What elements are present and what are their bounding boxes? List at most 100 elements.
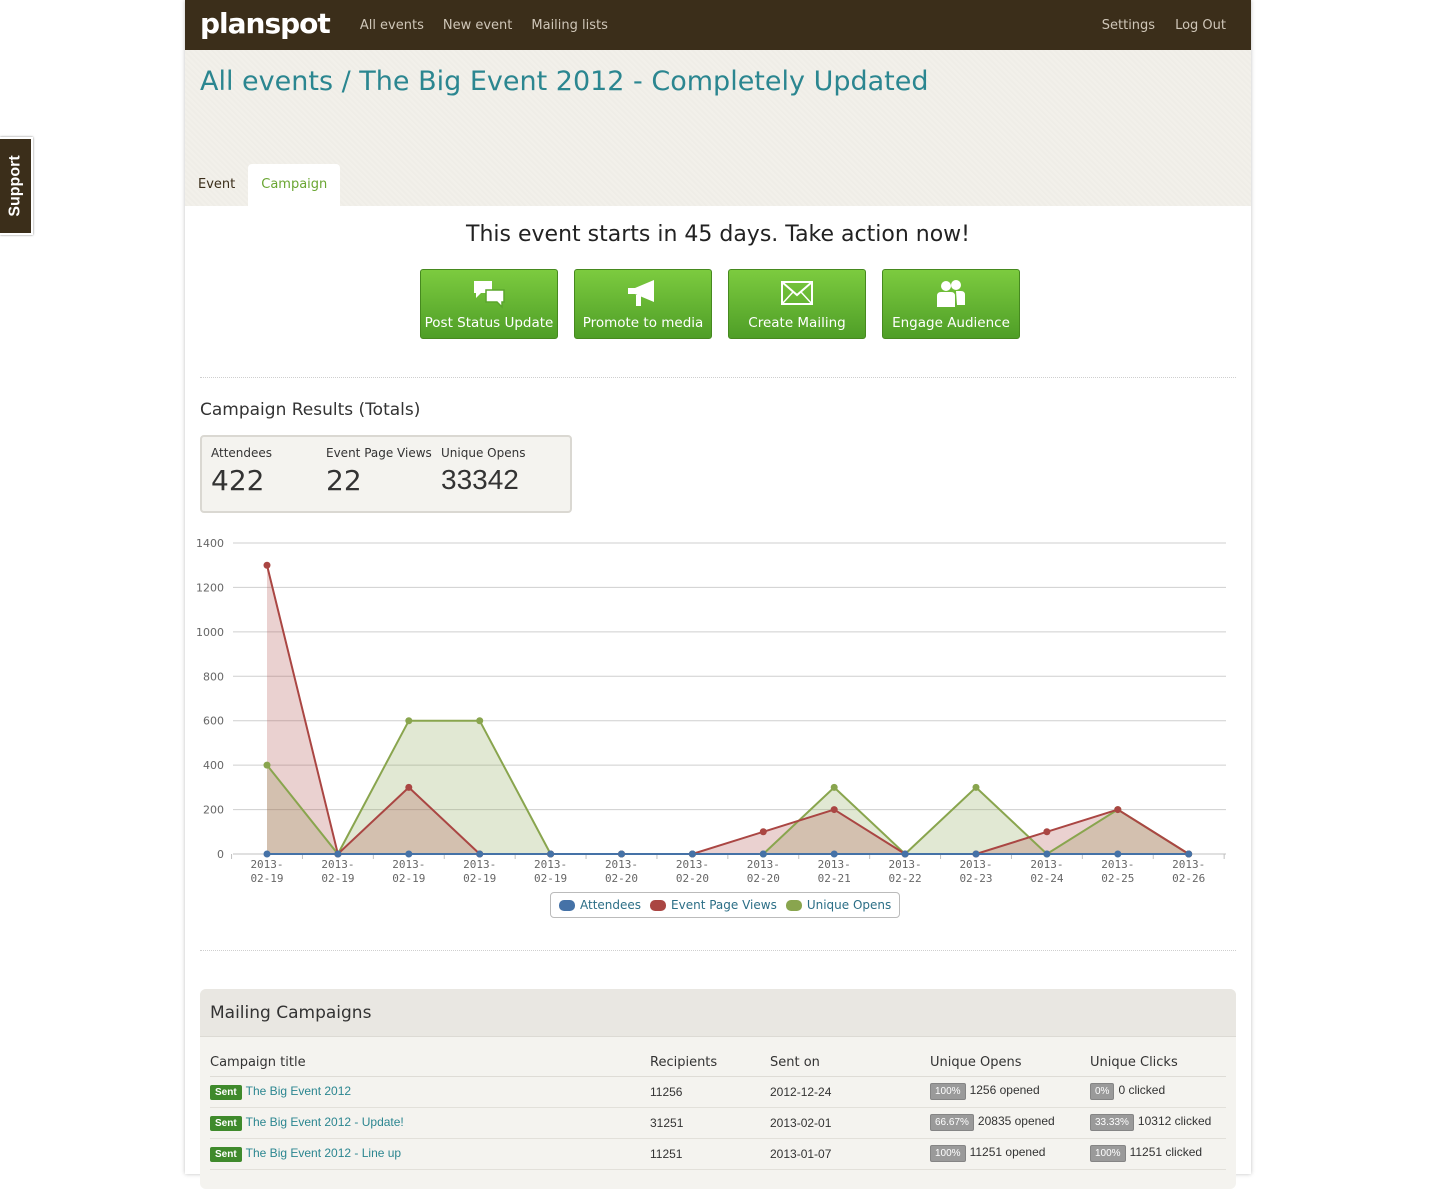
click-pct-badge: 100% [1090,1145,1126,1162]
point-attendees [547,850,555,858]
cell-clicks: 0% 0 clicked [1090,1076,1226,1108]
cell-sent-on: 2012-12-24 [770,1076,930,1108]
nav-mailing-lists[interactable]: Mailing lists [531,18,608,33]
legend-item[interactable]: Attendees [559,898,641,912]
mailing-campaigns-table: Campaign title Recipients Sent on Unique… [210,1049,1226,1170]
x-tick-label: 2013-02-20 [747,858,780,885]
point-event-page-views [830,806,838,814]
point-unique-opens [405,717,413,725]
y-tick-label: 800 [203,670,224,683]
point-attendees [830,850,838,858]
cell-clicks: 33.33% 10312 clicked [1090,1107,1226,1139]
x-tick-label: 2013-02-21 [818,858,851,885]
opened-count: 11251 opened [969,1145,1046,1159]
nav-settings[interactable]: Settings [1102,18,1155,33]
post-status-update-button[interactable]: Post Status Update [420,269,558,339]
opened-count: 1256 opened [969,1083,1040,1097]
total-value: 33342 [441,464,519,495]
top-navbar: planspot All events New event Mailing li… [185,0,1251,50]
total-value: 22 [326,464,362,497]
x-tick-label-line: 02-26 [1172,872,1205,885]
x-tick-label-line: 2013- [1172,858,1205,871]
point-attendees [972,850,980,858]
col-campaign-title[interactable]: Campaign title [210,1049,650,1077]
col-unique-clicks[interactable]: Unique Clicks [1090,1049,1226,1077]
col-sent-on[interactable]: Sent on [770,1049,930,1077]
cell-title: Sent The Big Event 2012 [210,1076,650,1108]
nav-log-out[interactable]: Log Out [1175,18,1226,33]
y-tick-label: 0 [217,848,224,861]
point-event-page-views [759,828,767,836]
campaign-link[interactable]: The Big Event 2012 - Line up [246,1146,401,1160]
y-tick-label: 1400 [196,537,224,550]
legend-item[interactable]: Unique Opens [785,898,891,912]
x-tick-label-line: 02-25 [1101,872,1134,885]
action-buttons: Post Status Update Promote to media Crea… [420,269,1036,339]
open-pct-badge: 100% [930,1145,966,1162]
col-unique-opens[interactable]: Unique Opens [930,1049,1090,1077]
page-header: All events / The Big Event 2012 - Comple… [185,50,1251,206]
x-tick-label-line: 02-20 [605,872,638,885]
open-pct-badge: 66.67% [930,1114,974,1131]
x-tick-label: 2013-02-20 [605,858,638,885]
cell-recipients: 11251 [650,1138,770,1170]
point-event-page-views [1043,828,1051,836]
nav-new-event[interactable]: New event [443,18,513,33]
planspot-logo[interactable]: planspot [200,7,331,40]
clicked-count: 10312 clicked [1137,1114,1212,1128]
tab-event[interactable]: Event [185,164,248,206]
point-unique-opens [263,761,271,769]
point-unique-opens [476,717,484,725]
campaign-results-title: Campaign Results (Totals) [200,400,421,420]
y-tick-label: 400 [203,759,224,772]
mailing-campaigns-panel: Mailing Campaigns Campaign title Recipie… [200,989,1236,1189]
promote-to-media-button[interactable]: Promote to media [574,269,712,339]
x-tick-label-line: 02-22 [889,872,922,885]
x-tick-label-line: 2013- [605,858,638,871]
y-tick-label: 1000 [196,626,224,639]
point-attendees [688,850,696,858]
engage-audience-button[interactable]: Engage Audience [882,269,1020,339]
post-status-update-label: Post Status Update [424,315,554,331]
total-attendees: Attendees 422 [211,446,326,502]
total-value: 422 [211,464,265,497]
total-unique-opens: Unique Opens 33342 [441,446,556,502]
cell-opens: 66.67% 20835 opened [930,1107,1090,1139]
y-tick-label: 600 [203,715,224,728]
legend-item[interactable]: Event Page Views [650,898,777,912]
opened-count: 20835 opened [977,1114,1055,1128]
total-label: Unique Opens [441,446,526,460]
nav-all-events[interactable]: All events [360,18,424,33]
envelope-icon [781,281,813,305]
table-header-row: Campaign title Recipients Sent on Unique… [210,1049,1226,1077]
cell-opens: 100% 11251 opened [930,1138,1090,1170]
create-mailing-label: Create Mailing [748,315,846,331]
status-badge: Sent [210,1115,242,1131]
cell-recipients: 31251 [650,1107,770,1139]
cell-sent-on: 2013-01-07 [770,1138,930,1170]
x-tick-label-line: 02-24 [1030,872,1063,885]
legend-label: Event Page Views [671,898,777,912]
x-tick-label-line: 2013- [818,858,851,871]
legend-label: Attendees [580,898,642,912]
support-tab[interactable]: Support [0,137,33,235]
countdown-message: This event starts in 45 days. Take actio… [466,222,970,247]
table-row: Sent The Big Event 2012 - Line up 11251 2… [210,1138,1226,1170]
divider [200,377,1236,378]
x-tick-label-line: 02-20 [676,872,709,885]
point-attendees [263,850,271,858]
y-tick-label: 200 [203,804,224,817]
campaign-link[interactable]: The Big Event 2012 - Update! [246,1115,404,1129]
x-tick-label-line: 2013- [392,858,425,871]
create-mailing-button[interactable]: Create Mailing [728,269,866,339]
campaign-link[interactable]: The Big Event 2012 [246,1084,351,1098]
point-attendees [1043,850,1051,858]
mailing-campaigns-title: Mailing Campaigns [200,989,1236,1037]
point-attendees [1185,850,1193,858]
engage-audience-label: Engage Audience [892,315,1010,331]
clicked-count: 11251 clicked [1129,1145,1203,1159]
promote-to-media-label: Promote to media [582,315,704,331]
click-pct-badge: 0% [1090,1083,1115,1100]
tab-campaign[interactable]: Campaign [248,164,341,206]
col-recipients[interactable]: Recipients [650,1049,770,1077]
